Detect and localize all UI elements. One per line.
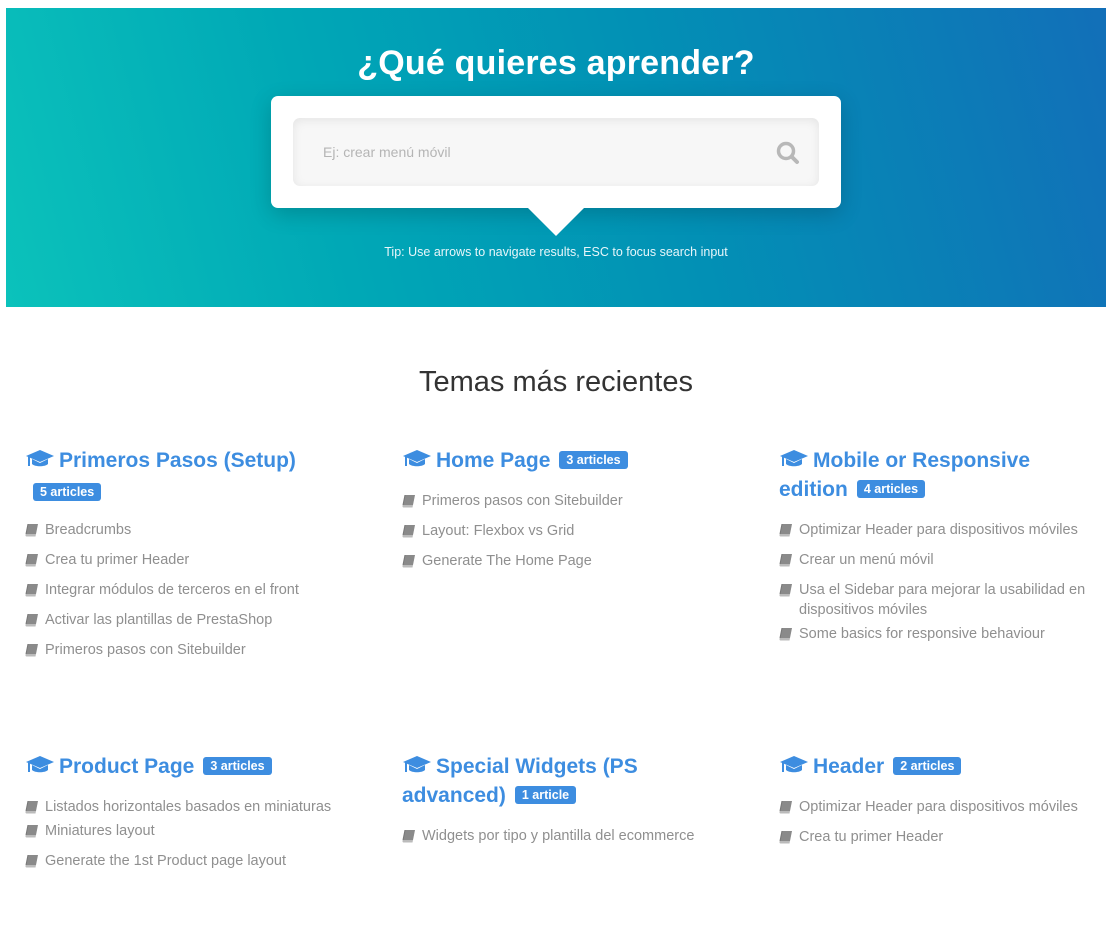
- article-title: Miniatures layout: [45, 823, 155, 839]
- graduation-cap-icon: [402, 754, 432, 774]
- article-list: Optimizar Header para dispositivos móvil…: [779, 520, 1099, 644]
- article-link[interactable]: Widgets por tipo y plantilla del ecommer…: [402, 826, 722, 846]
- topic-title-link[interactable]: Product Page 3 articles: [25, 752, 345, 781]
- search-input[interactable]: [293, 118, 763, 186]
- book-icon: [779, 583, 793, 597]
- topic-title-link[interactable]: Primeros Pasos (Setup) 5 articles: [25, 446, 325, 504]
- book-icon: [25, 523, 39, 537]
- article-count-badge: 2 articles: [893, 757, 962, 775]
- article-link[interactable]: Generate The Home Page: [402, 551, 722, 571]
- hero-title: ¿Qué quieres aprender?: [357, 44, 755, 82]
- search-field[interactable]: [293, 118, 819, 186]
- article-link[interactable]: Crea tu primer Header: [779, 827, 1099, 847]
- graduation-cap-icon: [779, 448, 809, 468]
- article-list: Primeros pasos con Sitebuilder Layout: Fl…: [402, 491, 722, 571]
- graduation-cap-icon: [779, 754, 809, 774]
- article-title: Widgets por tipo y plantilla del ecommer…: [422, 828, 695, 844]
- book-icon: [25, 800, 39, 814]
- article-count-badge: 1 article: [514, 786, 577, 804]
- article-list: Breadcrumbs Crea tu primer Header Integrar…: [25, 520, 345, 660]
- article-link[interactable]: Primeros pasos con Sitebuilder: [402, 491, 722, 511]
- book-icon: [25, 583, 39, 597]
- article-title: Some basics for responsive behaviour: [799, 626, 1045, 642]
- article-link[interactable]: Usa el Sidebar para mejorar la usabilida…: [779, 580, 1099, 620]
- article-title: Generate The Home Page: [422, 553, 592, 569]
- search-tip: Tip: Use arrows to navigate results, ESC…: [384, 245, 728, 259]
- article-count-badge: 3 articles: [559, 451, 628, 469]
- book-icon: [779, 800, 793, 814]
- article-link[interactable]: Integrar módulos de terceros en el front: [25, 580, 345, 600]
- article-title: Integrar módulos de terceros en el front: [45, 582, 299, 598]
- book-icon: [779, 627, 793, 641]
- article-title: Crea tu primer Header: [799, 829, 944, 845]
- section-title: Temas más recientes: [419, 366, 693, 398]
- topic-card: Mobile or Responsive edition 4 articles Op…: [779, 446, 1099, 654]
- article-count-badge: 4 articles: [856, 480, 926, 498]
- article-count-badge: 3 articles: [203, 757, 272, 775]
- book-icon: [779, 553, 793, 567]
- article-title: Breadcrumbs: [45, 522, 132, 538]
- book-icon: [25, 553, 39, 567]
- book-icon: [779, 830, 793, 844]
- article-link[interactable]: Some basics for responsive behaviour: [779, 624, 1099, 644]
- article-title: Listados horizontales basados en miniatu…: [45, 799, 332, 815]
- graduation-cap-icon: [402, 448, 432, 468]
- article-list: Listados horizontales basados en miniatu…: [25, 797, 345, 871]
- book-icon: [402, 829, 416, 843]
- book-icon: [25, 613, 39, 627]
- article-title: Usa el Sidebar para mejorar la usabilida…: [799, 582, 1086, 618]
- topic-title-link[interactable]: Header 2 articles: [779, 752, 1099, 781]
- article-link[interactable]: Primeros pasos con Sitebuilder: [25, 640, 345, 660]
- graduation-cap-icon: [25, 754, 55, 774]
- book-icon: [779, 523, 793, 537]
- book-icon: [25, 824, 39, 838]
- article-link[interactable]: Optimizar Header para dispositivos móvil…: [779, 520, 1099, 540]
- article-link[interactable]: Crea tu primer Header: [25, 550, 345, 570]
- topic-title-link[interactable]: Special Widgets (PS advanced) 1 article: [402, 752, 662, 810]
- topic-title-link[interactable]: Home Page 3 articles: [402, 446, 722, 475]
- article-link[interactable]: Breadcrumbs: [25, 520, 345, 540]
- search-icon[interactable]: [775, 140, 801, 166]
- article-link[interactable]: Miniatures layout: [25, 821, 345, 841]
- book-icon: [25, 643, 39, 657]
- article-link[interactable]: Listados horizontales basados en miniatu…: [25, 797, 345, 817]
- article-count-badge: 5 articles: [33, 483, 102, 501]
- article-title: Layout: Flexbox vs Grid: [422, 523, 575, 539]
- article-title: Generate the 1st Product page layout: [45, 853, 287, 869]
- article-link[interactable]: Crear un menú móvil: [779, 550, 1099, 570]
- search-card-pointer: [528, 208, 584, 236]
- book-icon: [402, 494, 416, 508]
- article-list: Widgets por tipo y plantilla del ecommer…: [402, 826, 722, 846]
- article-link[interactable]: Optimizar Header para dispositivos móvil…: [779, 797, 1099, 817]
- book-icon: [402, 524, 416, 538]
- article-link[interactable]: Activar las plantillas de PrestaShop: [25, 610, 345, 630]
- article-link[interactable]: Generate the 1st Product page layout: [25, 851, 345, 871]
- article-title: Activar las plantillas de PrestaShop: [45, 612, 273, 628]
- article-title: Primeros pasos con Sitebuilder: [422, 493, 623, 509]
- topic-title-link[interactable]: Mobile or Responsive edition 4 articles: [779, 446, 1079, 504]
- topic-title: Header: [813, 755, 885, 778]
- topic-card: Product Page 3 articles Listados horizonta…: [25, 752, 345, 881]
- book-icon: [402, 554, 416, 568]
- topic-card: Header 2 articles Optimizar Header para di…: [779, 752, 1099, 857]
- article-link[interactable]: Layout: Flexbox vs Grid: [402, 521, 722, 541]
- topic-title: Home Page: [436, 449, 551, 472]
- article-list: Optimizar Header para dispositivos móvil…: [779, 797, 1099, 847]
- article-title: Primeros pasos con Sitebuilder: [45, 642, 246, 658]
- graduation-cap-icon: [25, 448, 55, 468]
- article-title: Crea tu primer Header: [45, 552, 190, 568]
- book-icon: [25, 854, 39, 868]
- article-title: Optimizar Header para dispositivos móvil…: [799, 522, 1078, 538]
- hero-banner: ¿Qué quieres aprender? Tip: Use arrows t…: [6, 8, 1106, 307]
- topic-card: Primeros Pasos (Setup) 5 articles Breadcru…: [25, 446, 345, 670]
- topic-title: Product Page: [59, 755, 195, 778]
- article-title: Crear un menú móvil: [799, 552, 934, 568]
- search-card: [271, 96, 841, 208]
- topic-card: Home Page 3 articles Primeros pasos con Si…: [402, 446, 722, 581]
- topic-title: Primeros Pasos (Setup): [59, 449, 296, 472]
- topic-card: Special Widgets (PS advanced) 1 article Wi…: [402, 752, 722, 856]
- article-title: Optimizar Header para dispositivos móvil…: [799, 799, 1078, 815]
